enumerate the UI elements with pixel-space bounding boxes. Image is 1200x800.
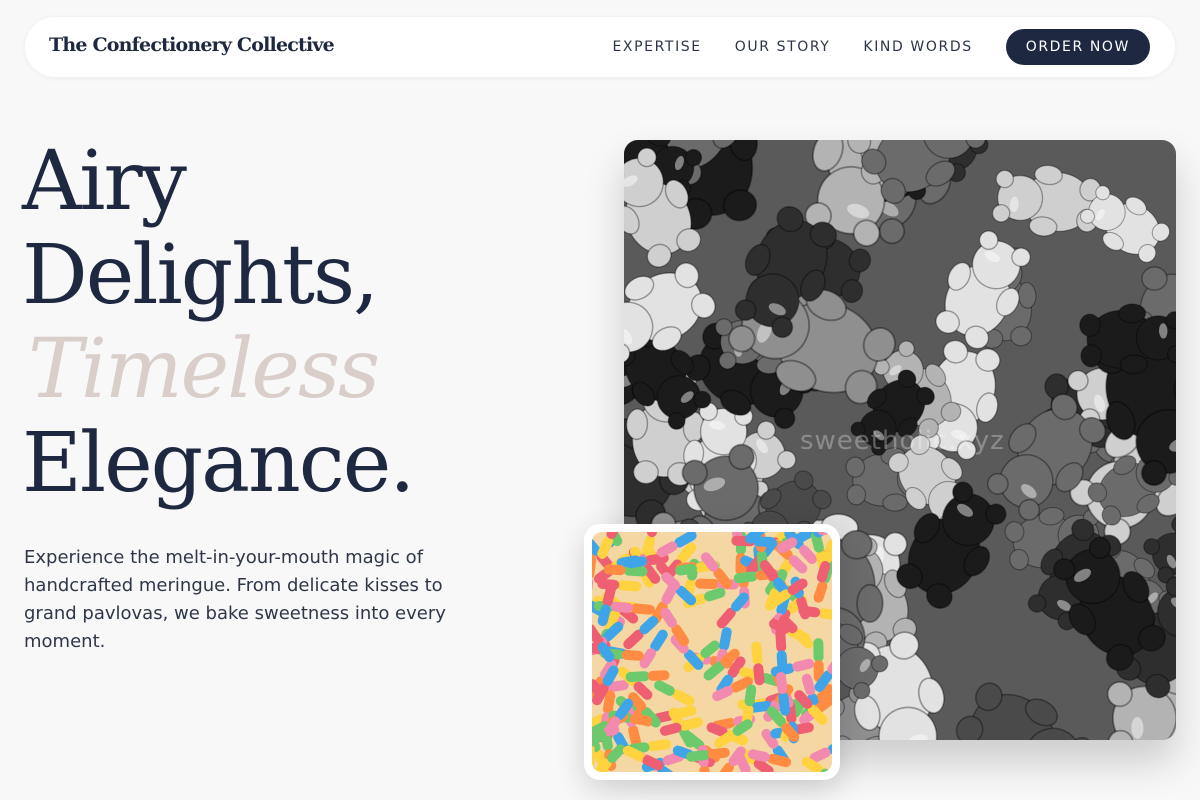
- page: The Confectionery Collective EXPERTISE O…: [0, 0, 1200, 800]
- image-watermark: sweetholic.xyz: [800, 426, 1005, 456]
- nav-link-expertise[interactable]: EXPERTISE: [612, 39, 701, 55]
- gummy-bear: [991, 164, 1102, 237]
- brand-logo[interactable]: The Confectionery Collective: [49, 34, 335, 56]
- gummy-worm: [747, 749, 792, 768]
- order-now-button[interactable]: ORDER NOW: [1005, 29, 1150, 65]
- headline-accent: Timeless: [28, 322, 380, 417]
- headline-line-2: Delights,: [22, 228, 379, 323]
- gummy-worm: [597, 578, 642, 592]
- hero-intro: Experience the melt-in-your-mouth magic …: [24, 547, 446, 652]
- gummy-worm: [654, 680, 695, 706]
- gummy-worms-illustration: [592, 532, 832, 772]
- gummy-worms-card: [584, 524, 840, 780]
- hero-headline: Airy Delights, Timeless Elegance.: [22, 134, 415, 511]
- nav-links: EXPERTISE OUR STORY KIND WORDS ORDER NOW: [612, 29, 1150, 65]
- top-nav: The Confectionery Collective EXPERTISE O…: [25, 17, 1175, 77]
- gummy-bear: [955, 682, 1094, 740]
- gummy-worms-image: [592, 532, 832, 772]
- nav-link-kind-words[interactable]: KIND WORDS: [863, 39, 972, 55]
- headline-line-1: Airy: [22, 134, 187, 229]
- gummy-worm: [695, 578, 740, 590]
- headline-line-4: Elegance.: [22, 416, 415, 511]
- gummy-worm: [625, 670, 670, 683]
- nav-link-our-story[interactable]: OUR STORY: [735, 39, 831, 55]
